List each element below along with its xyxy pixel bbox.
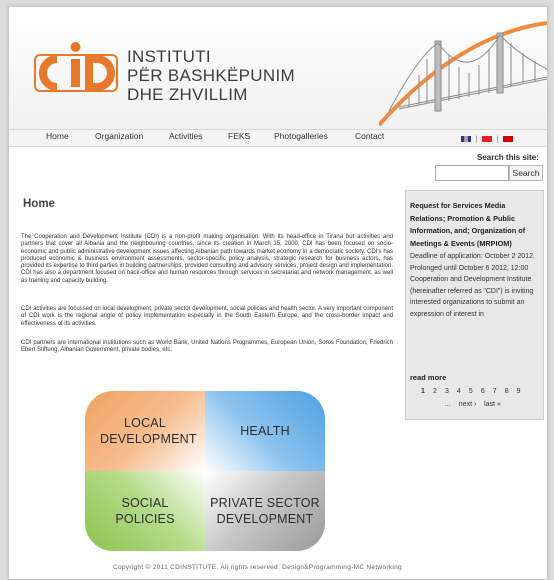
site-title-line-2: PËR BASHKËPUNIM <box>127 66 295 85</box>
page-5[interactable]: 5 <box>466 388 476 395</box>
page-1: 1 <box>421 388 425 395</box>
last-page-link[interactable]: last » <box>484 401 501 408</box>
pagination: 1 2 3 4 5 6 7 8 9 <box>418 388 538 395</box>
activities-paragraph: CDI activities are focussed on local dev… <box>21 306 393 327</box>
quadrant-health: HEALTH <box>205 391 325 471</box>
page-8[interactable]: 8 <box>502 388 512 395</box>
focus-areas-graphic: LOCAL DEVELOPMENT HEALTH SOCIAL POLICIES… <box>85 391 325 551</box>
news-title[interactable]: Request for Services Media Relations; Pr… <box>410 200 540 250</box>
page: INSTITUTI PËR BASHKËPUNIM DHE ZHVILLIM H… <box>8 6 548 580</box>
intro-paragraph: The Cooperation and Development Institut… <box>21 234 393 284</box>
language-switcher: | | <box>459 135 515 143</box>
page-7[interactable]: 7 <box>490 388 500 395</box>
quadrant-private-sector: PRIVATE SECTOR DEVELOPMENT <box>205 471 325 551</box>
quadrant-local-development: LOCAL DEVELOPMENT <box>85 391 205 471</box>
flag-english-icon[interactable] <box>461 136 471 142</box>
header: INSTITUTI PËR BASHKËPUNIM DHE ZHVILLIM <box>9 7 547 129</box>
nav-feks[interactable]: FEKS <box>228 131 250 141</box>
nav-home[interactable]: Home <box>46 131 69 141</box>
quadrant-label: HEALTH <box>240 424 290 438</box>
next-page-link[interactable]: next › <box>459 401 477 408</box>
page-title: Home <box>23 198 55 210</box>
news-sidebar: Request for Services Media Relations; Pr… <box>405 190 544 420</box>
search-input[interactable] <box>435 165 509 181</box>
nav-organization[interactable]: Organization <box>95 131 143 141</box>
read-more-link[interactable]: read more <box>410 373 446 382</box>
page-9[interactable]: 9 <box>514 388 524 395</box>
page-4[interactable]: 4 <box>454 388 464 395</box>
language-separator: | <box>496 135 499 143</box>
pagination-ellipsis: … <box>444 401 451 408</box>
footer-copyright: Copyright © 2011 CDINSTITUTE. All rights… <box>113 564 402 571</box>
quadrant-social-policies: SOCIAL POLICIES <box>85 471 205 551</box>
bridge-illustration <box>379 21 547 127</box>
flag-albanian-icon[interactable] <box>481 136 492 142</box>
news-excerpt: Deadline of application: October 2 2012.… <box>410 253 535 318</box>
partners-paragraph: CDI partners are international instituti… <box>21 340 393 354</box>
quadrant-label: SOCIAL POLICIES <box>115 496 175 526</box>
site-title-line-3: DHE ZHVILLIM <box>127 85 248 104</box>
nav-contact[interactable]: Contact <box>355 131 384 141</box>
flag-macedonian-icon[interactable] <box>502 136 513 142</box>
language-separator: | <box>475 135 478 143</box>
site-title-line-1: INSTITUTI <box>127 47 211 66</box>
quadrant-label: PRIVATE SECTOR DEVELOPMENT <box>210 496 320 526</box>
page-2[interactable]: 2 <box>430 388 440 395</box>
page-3[interactable]: 3 <box>442 388 452 395</box>
site-title: INSTITUTI PËR BASHKËPUNIM DHE ZHVILLIM <box>127 47 295 104</box>
nav-photogalleries[interactable]: Photogalleries <box>274 131 328 141</box>
pagination-nav: … next › last » <box>444 401 501 408</box>
search-label: Search this site: <box>477 153 539 162</box>
search-button[interactable]: Search <box>509 165 543 181</box>
page-6[interactable]: 6 <box>478 388 488 395</box>
nav-activities[interactable]: Activities <box>169 131 203 141</box>
cdi-logo[interactable] <box>33 41 119 95</box>
quadrant-label: LOCAL DEVELOPMENT <box>100 416 197 446</box>
